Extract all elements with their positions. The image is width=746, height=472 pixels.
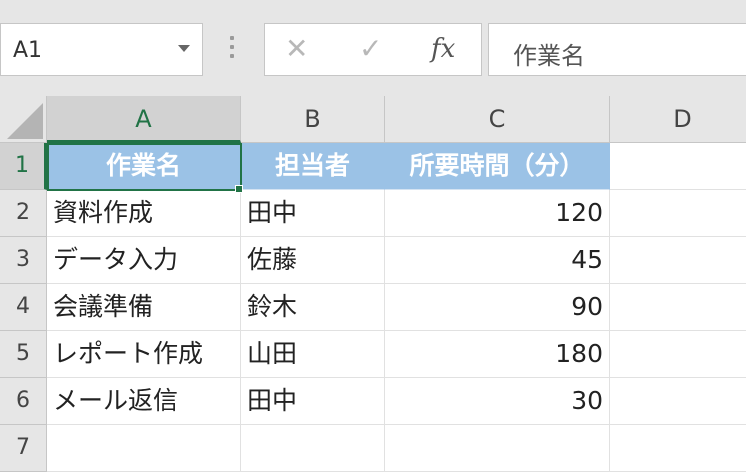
row-header-1[interactable]: 1 <box>0 143 47 190</box>
cell-b1[interactable]: 担当者 <box>241 143 385 190</box>
cell-c5[interactable]: 180 <box>385 331 610 378</box>
name-box[interactable]: A1 <box>0 23 203 76</box>
cell-b7[interactable] <box>241 425 385 472</box>
cell-c4[interactable]: 90 <box>385 284 610 331</box>
cell-a3[interactable]: データ入力 <box>47 237 241 284</box>
cell-c6[interactable]: 30 <box>385 378 610 425</box>
check-icon[interactable]: ✓ <box>359 32 382 65</box>
row-header-6[interactable]: 6 <box>0 378 47 425</box>
cell-b5[interactable]: 山田 <box>241 331 385 378</box>
column-header-d[interactable]: D <box>610 96 746 143</box>
insert-function-icon[interactable]: fx <box>431 34 455 64</box>
column-header-a[interactable]: A <box>47 96 241 143</box>
cell-d5[interactable] <box>610 331 746 378</box>
row-header-3[interactable]: 3 <box>0 237 47 284</box>
spreadsheet-grid: A B C D 1 2 3 4 5 6 7 作業名 担当者 所要時間（分） 資料… <box>0 96 746 472</box>
row-header-5[interactable]: 5 <box>0 331 47 378</box>
row-header-7[interactable]: 7 <box>0 425 47 472</box>
fill-handle[interactable] <box>235 185 243 193</box>
cell-a7[interactable] <box>47 425 241 472</box>
cell-b3[interactable]: 佐藤 <box>241 237 385 284</box>
cell-a1[interactable]: 作業名 <box>47 143 241 190</box>
formula-toolbar: A1 ✕ ✓ fx 作業名 <box>0 0 746 96</box>
cell-a2[interactable]: 資料作成 <box>47 190 241 237</box>
select-all-icon <box>7 103 43 139</box>
cell-c2[interactable]: 120 <box>385 190 610 237</box>
cell-d2[interactable] <box>610 190 746 237</box>
cell-a6[interactable]: メール返信 <box>47 378 241 425</box>
cell-d7[interactable] <box>610 425 746 472</box>
drag-handle-icon[interactable] <box>229 36 235 62</box>
cell-a5[interactable]: レポート作成 <box>47 331 241 378</box>
cell-c7[interactable] <box>385 425 610 472</box>
column-header-c[interactable]: C <box>385 96 610 143</box>
select-all-button[interactable] <box>0 96 47 143</box>
cell-a4[interactable]: 会議準備 <box>47 284 241 331</box>
cell-b2[interactable]: 田中 <box>241 190 385 237</box>
cell-b6[interactable]: 田中 <box>241 378 385 425</box>
cell-c3[interactable]: 45 <box>385 237 610 284</box>
cell-d1[interactable] <box>610 143 746 190</box>
cell-d6[interactable] <box>610 378 746 425</box>
formula-value: 作業名 <box>513 42 585 70</box>
column-header-b[interactable]: B <box>241 96 385 143</box>
cell-d3[interactable] <box>610 237 746 284</box>
name-box-value: A1 <box>13 38 43 63</box>
cell-b4[interactable]: 鈴木 <box>241 284 385 331</box>
cancel-icon[interactable]: ✕ <box>285 32 308 65</box>
cell-c1[interactable]: 所要時間（分） <box>385 143 610 190</box>
formula-buttons: ✕ ✓ fx <box>264 23 482 76</box>
row-header-4[interactable]: 4 <box>0 284 47 331</box>
chevron-down-icon[interactable] <box>178 45 190 52</box>
formula-input[interactable]: 作業名 <box>488 23 746 76</box>
cell-d4[interactable] <box>610 284 746 331</box>
row-header-2[interactable]: 2 <box>0 190 47 237</box>
